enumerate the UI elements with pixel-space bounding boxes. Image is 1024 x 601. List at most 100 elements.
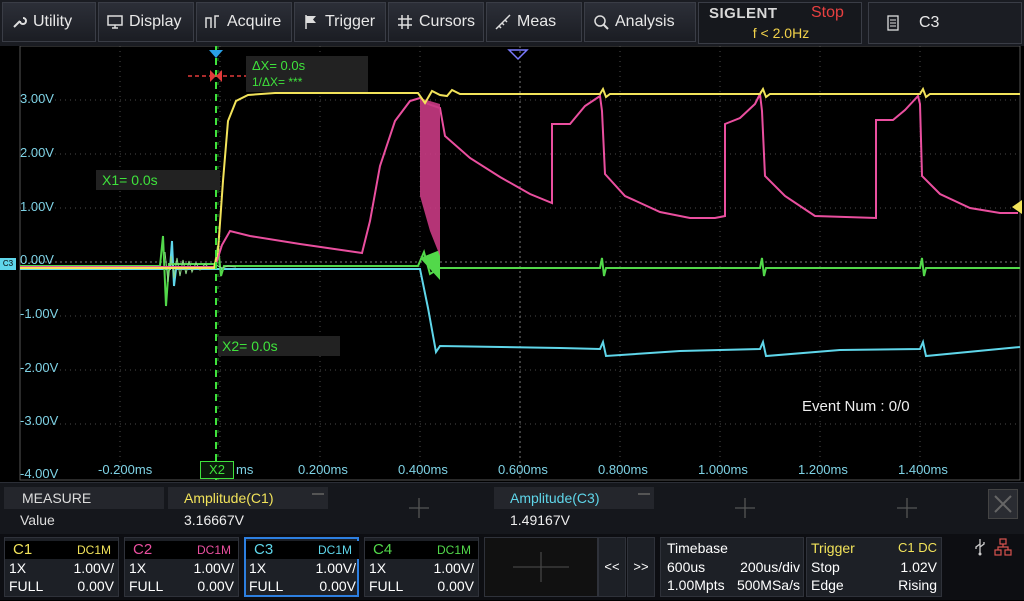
x-axis-label: 1.400ms <box>898 462 948 477</box>
monitor-icon <box>107 15 123 29</box>
c3-probe: 1X <box>249 560 267 576</box>
c4-coupling: DC1M <box>437 543 472 557</box>
measure-item-1-close[interactable] <box>312 493 324 495</box>
measure-item-2-name[interactable]: Amplitude(C3) <box>494 487 654 509</box>
run-state-indicator[interactable]: Stop <box>811 4 844 22</box>
c4-scale: 1.00V/ <box>433 560 474 576</box>
delta-cursor-panel: ΔX= 0.0s 1/ΔX= *** <box>246 56 368 92</box>
utility-menu-button[interactable]: Utility <box>2 2 96 42</box>
measure-item-2-close[interactable] <box>638 493 650 495</box>
y-axis-label: -1.00V <box>20 306 59 321</box>
c4-bandwidth: FULL <box>369 578 404 594</box>
c3-bandwidth: FULL <box>249 578 284 594</box>
c1-probe: 1X <box>9 560 27 576</box>
empty-math-slot[interactable] <box>484 537 598 597</box>
c1-coupling: DC1M <box>77 543 112 557</box>
channel-c4-box[interactable]: C4 DC1M 1X 1.00V/ FULL 0.00V <box>364 537 479 597</box>
network-icon <box>994 538 1012 556</box>
c1-bandwidth: FULL <box>9 578 44 594</box>
x1-cursor-readout: X1= 0.0s <box>96 170 220 190</box>
c3-name: C3 <box>254 541 274 558</box>
page-prev-button[interactable]: << <box>598 537 626 597</box>
y-axis-label: 2.00V <box>20 145 54 160</box>
x-axis-label: ms <box>236 462 254 477</box>
x2-cursor-marker[interactable]: X2 <box>200 461 234 479</box>
display-menu-label: Display <box>129 13 182 30</box>
trigger-slope: Rising <box>898 577 937 593</box>
c1-scale: 1.00V/ <box>73 560 114 576</box>
waveform-display[interactable]: ΔX= 0.0s 1/ΔX= *** X1= 0.0s X2= 0.0s 3.0… <box>0 46 1024 482</box>
sample-rate: 500MSa/s <box>736 577 800 593</box>
timebase-delay: 600us <box>667 559 706 575</box>
y-axis-label: -3.00V <box>20 413 59 428</box>
c2-scale: 1.00V/ <box>193 560 234 576</box>
memory-depth: 1.00Mpts <box>667 577 725 593</box>
c3-scale: 1.00V/ <box>315 560 356 576</box>
measure-panel: MEASURE Value Amplitude(C1) 3.16667V Amp… <box>0 482 1024 535</box>
y-axis-label: 0.00V <box>20 252 54 267</box>
acquire-menu-button[interactable]: Acquire <box>196 2 292 42</box>
c2-name: C2 <box>133 541 153 558</box>
x-axis-label: -0.200ms <box>98 462 153 477</box>
trigger-mode: Stop <box>811 559 840 575</box>
timebase-panel[interactable]: Timebase 600us 200us/div 1.00Mpts 500MSa… <box>660 537 804 597</box>
meas-menu-button[interactable]: Meas <box>486 2 582 42</box>
trigger-panel[interactable]: Trigger C1 DC Stop 1.02V Edge Rising <box>806 537 942 597</box>
add-slot-icon <box>513 552 569 582</box>
channel-c3-box[interactable]: C3 DC1M 1X 1.00V/ FULL 0.00V <box>244 537 359 597</box>
active-channel-button[interactable]: C3 <box>868 2 1022 44</box>
measure-header: MEASURE <box>4 487 164 509</box>
x-axis-label: 0.200ms <box>298 462 348 477</box>
analysis-icon <box>594 15 609 30</box>
channel-c2-box[interactable]: C2 DC1M 1X 1.00V/ FULL 0.00V <box>124 537 239 597</box>
x-axis-label: 1.200ms <box>798 462 848 477</box>
cursors-menu-label: Cursors <box>419 13 476 30</box>
measure-ruler-icon <box>495 14 511 30</box>
measure-add-slot-icon[interactable] <box>734 497 756 519</box>
page-next-button[interactable]: >> <box>627 537 655 597</box>
c4-name: C4 <box>373 541 393 558</box>
cursors-menu-button[interactable]: Cursors <box>388 2 484 42</box>
trigger-menu-label: Trigger <box>325 13 376 30</box>
trigger-type: Edge <box>811 577 844 593</box>
measure-add-slot-icon[interactable] <box>896 497 918 519</box>
trigger-frequency: f < 2.0Hz <box>752 25 810 41</box>
c3-waveform <box>20 240 1021 358</box>
measure-add-slot-icon[interactable] <box>408 497 430 519</box>
measure-item-1-name[interactable]: Amplitude(C1) <box>168 487 328 509</box>
status-bar: C1 DC1M 1X 1.00V/ FULL 0.00V C2 DC1M 1X 1.0… <box>0 534 1024 600</box>
c2-bandwidth: FULL <box>129 578 164 594</box>
x-axis-label: 0.800ms <box>598 462 648 477</box>
trigger-source: C1 DC <box>897 540 937 555</box>
measure-item-1-value: 3.16667V <box>184 512 244 528</box>
x-axis-label: 0.600ms <box>498 462 548 477</box>
wrench-icon <box>13 17 27 28</box>
x-axis-label: 0.400ms <box>398 462 448 477</box>
timebase-title: Timebase <box>667 540 728 556</box>
trigger-menu-button[interactable]: Trigger <box>294 2 386 42</box>
x2-cursor-readout: X2= 0.0s <box>218 336 340 356</box>
channel-c1-box[interactable]: C1 DC1M 1X 1.00V/ FULL 0.00V <box>4 537 119 597</box>
measure-value-label: Value <box>20 512 55 528</box>
c3-ground-marker[interactable]: C3 <box>0 258 16 270</box>
analysis-menu-button[interactable]: Analysis <box>584 2 696 42</box>
channel-list-icon <box>887 15 899 31</box>
timebase-center-marker <box>507 49 529 61</box>
y-axis-label: 3.00V <box>20 91 54 106</box>
event-num-readout: Event Num : 0/0 <box>802 398 910 415</box>
c2-coupling: DC1M <box>197 543 232 557</box>
display-menu-button[interactable]: Display <box>98 2 194 42</box>
c2-probe: 1X <box>129 560 147 576</box>
active-channel-label: C3 <box>919 14 940 31</box>
c2-glitch-burst <box>420 98 440 256</box>
measure-close-button[interactable] <box>988 489 1018 519</box>
c3-offset: 0.00V <box>319 578 356 594</box>
trigger-title: Trigger <box>811 540 855 556</box>
status-box: SIGLENT Stop f < 2.0Hz <box>698 2 862 44</box>
c3-coupling: DC1M <box>318 543 353 557</box>
delta-x-readout: ΔX= 0.0s <box>252 58 306 73</box>
trigger-level-marker[interactable] <box>1012 200 1022 214</box>
trigger-position-marker[interactable] <box>209 50 223 58</box>
x-axis-label: 1.000ms <box>698 462 748 477</box>
inverse-delta-x-readout: 1/ΔX= *** <box>252 75 303 89</box>
